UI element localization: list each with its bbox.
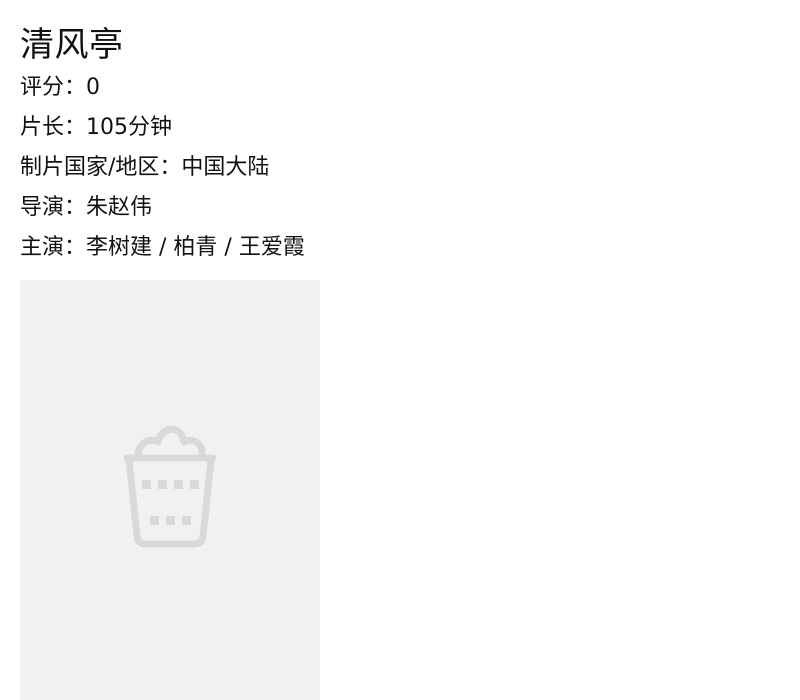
rating-value: 0 <box>86 75 101 100</box>
runtime-row: 片长：105分钟 <box>20 108 780 148</box>
director-row: 导演：朱赵伟 <box>20 188 780 228</box>
movie-info-list: 评分：0 片长：105分钟 制片国家/地区：中国大陆 导演：朱赵伟 主演：李树建… <box>20 68 780 268</box>
movie-detail: 清风亭 评分：0 片长：105分钟 制片国家/地区：中国大陆 导演：朱赵伟 主演… <box>20 22 780 268</box>
director-label: 导演： <box>20 195 87 220</box>
country-value: 中国大陆 <box>181 155 270 180</box>
cast-value: 李树建 / 柏青 / 王爱霞 <box>86 235 305 260</box>
runtime-value: 105分钟 <box>86 115 173 140</box>
country-row: 制片国家/地区：中国大陆 <box>20 148 780 188</box>
cast-label: 主演： <box>20 235 87 260</box>
movie-title: 清风亭 <box>20 25 124 65</box>
popcorn-placeholder-icon <box>123 425 217 548</box>
rating-label: 评分： <box>20 75 87 100</box>
rating-row: 评分：0 <box>20 68 780 108</box>
country-label: 制片国家/地区： <box>20 155 182 180</box>
runtime-label: 片长： <box>20 115 87 140</box>
cast-row: 主演：李树建 / 柏青 / 王爱霞 <box>20 228 780 268</box>
director-value: 朱赵伟 <box>86 195 153 220</box>
